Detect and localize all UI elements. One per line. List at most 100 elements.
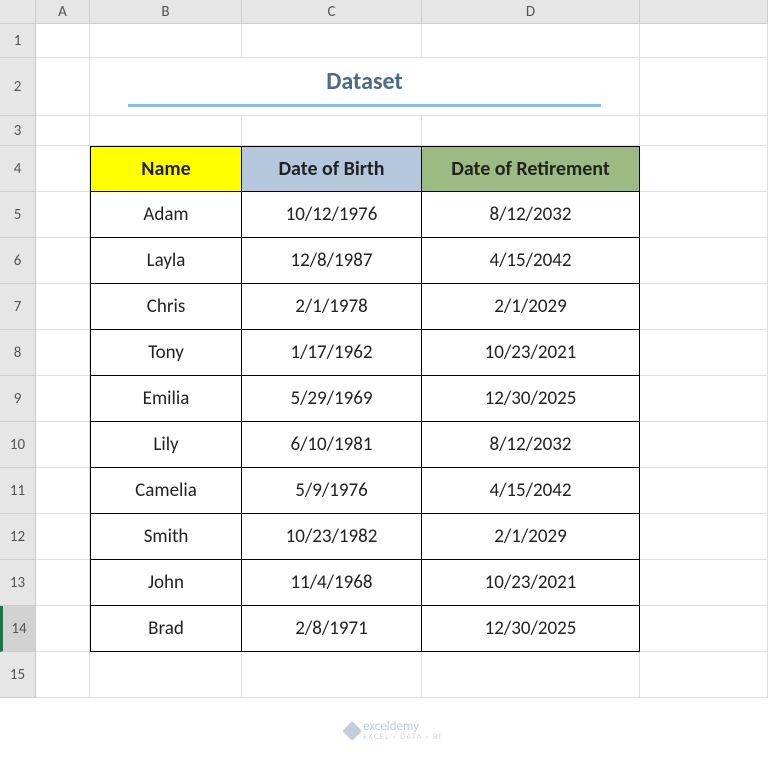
cell-e8[interactable]: [640, 330, 768, 376]
cell-e12[interactable]: [640, 514, 768, 560]
cell-ret-9[interactable]: 12/30/2025: [422, 606, 640, 652]
cell-dob-0[interactable]: 10/12/1976: [242, 192, 422, 238]
row-header-10[interactable]: 10: [0, 422, 36, 468]
cell-a8[interactable]: [36, 330, 90, 376]
cell-dob-8[interactable]: 11/4/1968: [242, 560, 422, 606]
cell-name-8[interactable]: John: [90, 560, 242, 606]
cell-e11[interactable]: [640, 468, 768, 514]
cell-name-6[interactable]: Camelia: [90, 468, 242, 514]
watermark-brand: exceldemy: [363, 719, 419, 734]
cell-dob-3[interactable]: 1/17/1962: [242, 330, 422, 376]
cell-dob-9[interactable]: 2/8/1971: [242, 606, 422, 652]
row-header-8[interactable]: 8: [0, 330, 36, 376]
cell-name-4[interactable]: Emilia: [90, 376, 242, 422]
page-title: Dataset: [326, 67, 403, 96]
cell-e4[interactable]: [640, 146, 768, 192]
row-header-3[interactable]: 3: [0, 116, 36, 146]
cell-ret-6[interactable]: 4/15/2042: [422, 468, 640, 514]
cell-e7[interactable]: [640, 284, 768, 330]
cell-c3[interactable]: [242, 116, 422, 146]
cell-a13[interactable]: [36, 560, 90, 606]
cell-e10[interactable]: [640, 422, 768, 468]
row-header-4[interactable]: 4: [0, 146, 36, 192]
cell-e5[interactable]: [640, 192, 768, 238]
cell-e13[interactable]: [640, 560, 768, 606]
cell-name-3[interactable]: Tony: [90, 330, 242, 376]
title-cell[interactable]: Dataset: [90, 58, 640, 116]
cell-dob-1[interactable]: 12/8/1987: [242, 238, 422, 284]
cell-name-5[interactable]: Lily: [90, 422, 242, 468]
row-header-2[interactable]: 2: [0, 58, 36, 116]
cell-a6[interactable]: [36, 238, 90, 284]
header-dob[interactable]: Date of Birth: [242, 146, 422, 192]
cell-dob-5[interactable]: 6/10/1981: [242, 422, 422, 468]
cell-e1[interactable]: [640, 24, 768, 58]
cell-ret-3[interactable]: 10/23/2021: [422, 330, 640, 376]
row-header-15[interactable]: 15: [0, 652, 36, 698]
row-header-9[interactable]: 9: [0, 376, 36, 422]
col-header-d[interactable]: D: [422, 0, 640, 24]
cell-e6[interactable]: [640, 238, 768, 284]
cell-a3[interactable]: [36, 116, 90, 146]
header-name[interactable]: Name: [90, 146, 242, 192]
row-header-11[interactable]: 11: [0, 468, 36, 514]
cell-a11[interactable]: [36, 468, 90, 514]
watermark-tag: EXCEL · DATA · BI: [363, 732, 442, 742]
col-header-b[interactable]: B: [90, 0, 242, 24]
cell-a2[interactable]: [36, 58, 90, 116]
cell-b1[interactable]: [90, 24, 242, 58]
cell-a5[interactable]: [36, 192, 90, 238]
cell-ret-5[interactable]: 8/12/2032: [422, 422, 640, 468]
cell-ret-7[interactable]: 2/1/2029: [422, 514, 640, 560]
cell-name-2[interactable]: Chris: [90, 284, 242, 330]
cell-c15[interactable]: [242, 652, 422, 698]
cell-b15[interactable]: [90, 652, 242, 698]
cell-dob-2[interactable]: 2/1/1978: [242, 284, 422, 330]
cell-d1[interactable]: [422, 24, 640, 58]
cell-ret-2[interactable]: 2/1/2029: [422, 284, 640, 330]
cell-a1[interactable]: [36, 24, 90, 58]
cell-a10[interactable]: [36, 422, 90, 468]
cell-f2[interactable]: [640, 58, 768, 116]
cell-a12[interactable]: [36, 514, 90, 560]
row-header-14[interactable]: 14: [0, 606, 36, 652]
row-header-12[interactable]: 12: [0, 514, 36, 560]
row-header-7[interactable]: 7: [0, 284, 36, 330]
cell-ret-4[interactable]: 12/30/2025: [422, 376, 640, 422]
cell-a15[interactable]: [36, 652, 90, 698]
cell-e15[interactable]: [640, 652, 768, 698]
cell-a9[interactable]: [36, 376, 90, 422]
cell-e14[interactable]: [640, 606, 768, 652]
cell-dob-7[interactable]: 10/23/1982: [242, 514, 422, 560]
cell-e9[interactable]: [640, 376, 768, 422]
cell-name-1[interactable]: Layla: [90, 238, 242, 284]
cell-ret-8[interactable]: 10/23/2021: [422, 560, 640, 606]
col-header-a[interactable]: A: [36, 0, 90, 24]
col-header-blank[interactable]: [640, 0, 768, 24]
cell-a7[interactable]: [36, 284, 90, 330]
cell-ret-0[interactable]: 8/12/2032: [422, 192, 640, 238]
row-header-13[interactable]: 13: [0, 560, 36, 606]
cell-e3[interactable]: [640, 116, 768, 146]
cell-a14[interactable]: [36, 606, 90, 652]
header-ret[interactable]: Date of Retirement: [422, 146, 640, 192]
col-header-c[interactable]: C: [242, 0, 422, 24]
cell-name-7[interactable]: Smith: [90, 514, 242, 560]
cell-name-0[interactable]: Adam: [90, 192, 242, 238]
cell-c1[interactable]: [242, 24, 422, 58]
cell-a4[interactable]: [36, 146, 90, 192]
row-header-6[interactable]: 6: [0, 238, 36, 284]
cell-name-9[interactable]: Brad: [90, 606, 242, 652]
cell-d3[interactable]: [422, 116, 640, 146]
row-header-1[interactable]: 1: [0, 24, 36, 58]
cell-b3[interactable]: [90, 116, 242, 146]
cell-dob-6[interactable]: 5/9/1976: [242, 468, 422, 514]
corner-cell[interactable]: [0, 0, 36, 24]
title-underline: [128, 104, 600, 107]
cell-d15[interactable]: [422, 652, 640, 698]
spreadsheet-grid: A B C D 1 2 Dataset 3 4 Name Date of Bir…: [0, 0, 768, 698]
watermark-icon: [342, 721, 362, 741]
row-header-5[interactable]: 5: [0, 192, 36, 238]
cell-ret-1[interactable]: 4/15/2042: [422, 238, 640, 284]
cell-dob-4[interactable]: 5/29/1969: [242, 376, 422, 422]
